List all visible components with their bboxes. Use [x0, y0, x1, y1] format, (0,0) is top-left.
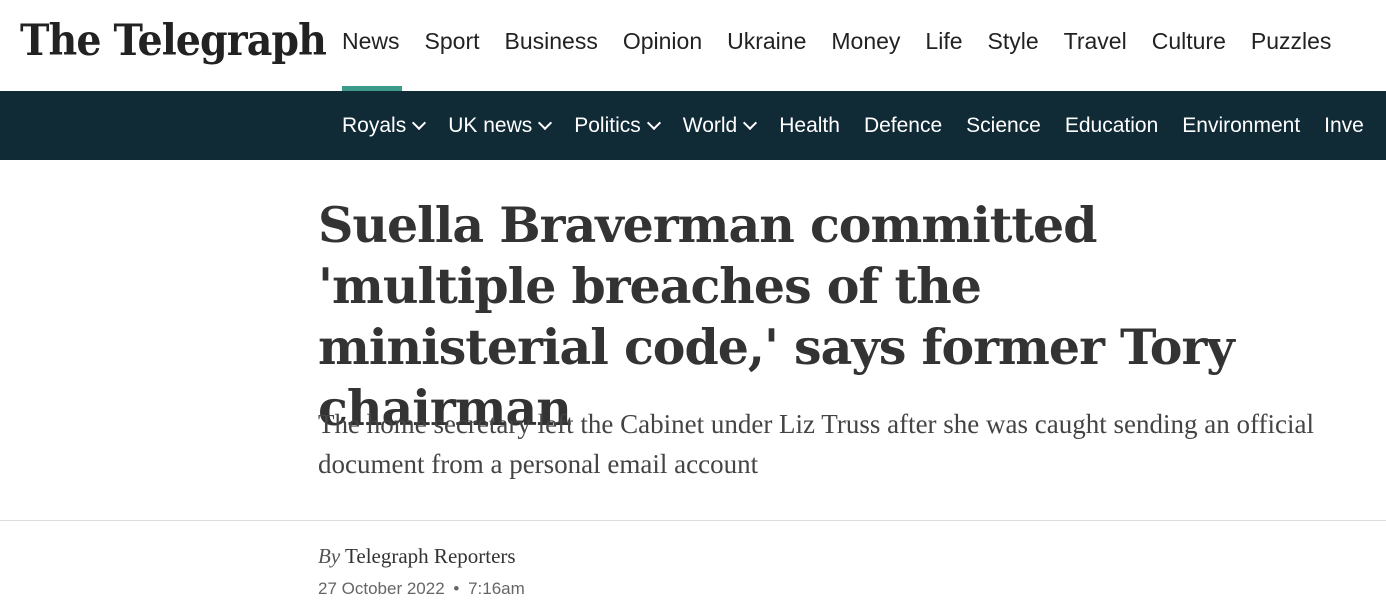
subnav-item-royals[interactable]: Royals: [342, 113, 427, 138]
nav-item-money[interactable]: Money: [831, 0, 900, 91]
subnav-item-world[interactable]: World: [682, 113, 758, 138]
subnav-items: Royals UK news Politics World Health Def…: [342, 91, 1386, 160]
nav-item-opinion[interactable]: Opinion: [623, 0, 702, 91]
subnav-item-defence[interactable]: Defence: [864, 114, 942, 138]
subnav-item-science[interactable]: Science: [966, 114, 1041, 138]
nav-item-sport[interactable]: Sport: [425, 0, 480, 91]
subnav-item-uk-news[interactable]: UK news: [448, 113, 553, 138]
author-link[interactable]: Telegraph Reporters: [345, 544, 516, 568]
subnav-item-label: World: [682, 113, 738, 137]
nav-item-business[interactable]: Business: [505, 0, 598, 91]
nav-item-style[interactable]: Style: [988, 0, 1039, 91]
subnav-item-investigations[interactable]: Inve: [1324, 114, 1364, 138]
chevron-down-icon: [538, 115, 553, 130]
chevron-down-icon: [412, 115, 427, 130]
publish-dateline: 27 October 2022 • 7:16am: [318, 579, 525, 599]
divider: [0, 520, 1386, 521]
subnav-item-label: Royals: [342, 113, 407, 137]
chevron-down-icon: [743, 115, 758, 130]
telegraph-logo[interactable]: The Telegraph: [20, 14, 327, 68]
primary-nav: News Sport Business Opinion Ukraine Mone…: [342, 0, 1356, 91]
article-headline: Suella Braverman committed 'multiple bre…: [318, 196, 1235, 437]
nav-item-puzzles[interactable]: Puzzles: [1251, 0, 1332, 91]
subnav-item-politics[interactable]: Politics: [574, 113, 661, 138]
nav-item-culture[interactable]: Culture: [1152, 0, 1226, 91]
date-separator: •: [453, 579, 460, 598]
publish-date: 27 October 2022: [318, 579, 445, 598]
nav-item-travel[interactable]: Travel: [1064, 0, 1127, 91]
subnav-item-health[interactable]: Health: [779, 114, 840, 138]
section-subnav: Royals UK news Politics World Health Def…: [0, 91, 1386, 160]
subnav-item-label: UK news: [448, 113, 533, 137]
byline-prefix: By: [318, 544, 341, 568]
subnav-item-environment[interactable]: Environment: [1182, 114, 1300, 138]
nav-item-news[interactable]: News: [342, 0, 402, 91]
site-header: The Telegraph News Sport Business Opinio…: [0, 0, 1386, 91]
nav-item-life[interactable]: Life: [925, 0, 962, 91]
subnav-item-label: Politics: [574, 113, 641, 137]
subnav-item-education[interactable]: Education: [1065, 114, 1158, 138]
article-standfirst: The home secretary left the Cabinet unde…: [318, 409, 1314, 479]
byline: By Telegraph Reporters: [318, 544, 516, 569]
nav-item-ukraine[interactable]: Ukraine: [727, 0, 806, 91]
chevron-down-icon: [646, 115, 661, 130]
publish-time: 7:16am: [468, 579, 525, 598]
